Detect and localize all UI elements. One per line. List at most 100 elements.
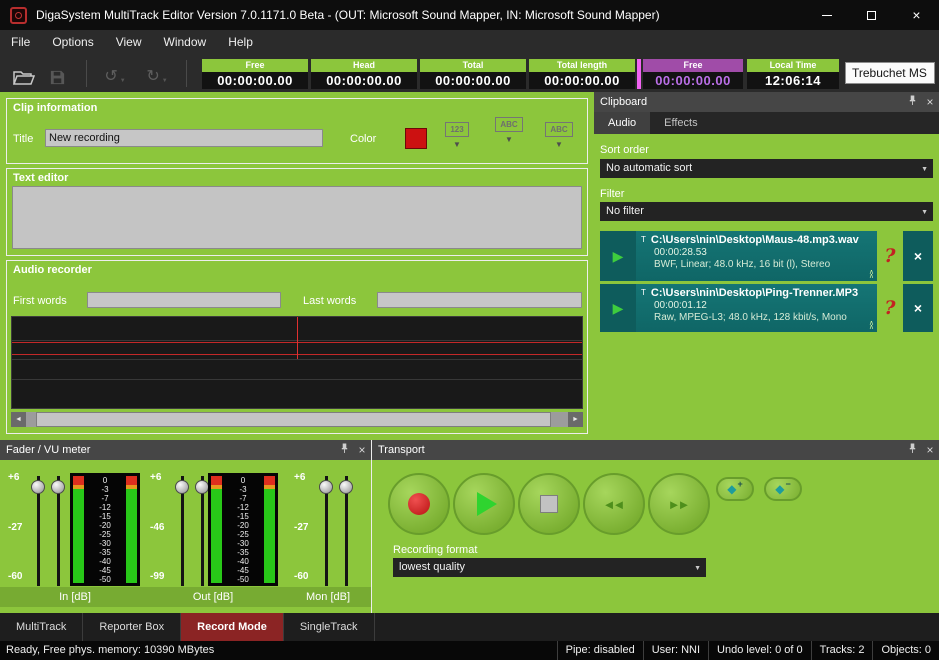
fader-knob[interactable]: [195, 480, 209, 494]
clip-duration: 00:00:28.53: [654, 246, 871, 259]
redo-icon: ↻: [146, 68, 159, 86]
status-tracks: Tracks: 2: [811, 641, 873, 660]
menu-file[interactable]: File: [0, 30, 41, 55]
remove-clip-button[interactable]: ×: [903, 231, 933, 281]
fader-knob[interactable]: [31, 480, 45, 494]
tab-effects[interactable]: Effects: [650, 112, 711, 134]
window-title: DigaSystem MultiTrack Editor Version 7.0…: [36, 8, 804, 22]
color-swatch-button[interactable]: [405, 128, 427, 149]
fader-knob[interactable]: [339, 480, 353, 494]
scroll-left-button[interactable]: ◄: [11, 412, 26, 427]
maximize-button[interactable]: [849, 0, 894, 30]
plus-icon: +: [737, 479, 742, 489]
panel-title: Clipboard: [600, 96, 647, 108]
clip-path: C:\Users\nin\Desktop\Ping-Trenner.MP3: [651, 287, 858, 299]
abc-grid-icon: ABC: [495, 117, 522, 132]
close-panel-icon[interactable]: ×: [353, 440, 371, 460]
clip-title-input[interactable]: [45, 129, 323, 147]
panel-title: Audio recorder: [13, 264, 92, 276]
pin-icon[interactable]: [903, 92, 921, 112]
clipboard-item[interactable]: ▶ T C:\Users\nin\Desktop\Maus-48.mp3.wav…: [600, 231, 933, 281]
scrollbar-track[interactable]: [26, 412, 568, 427]
play-button[interactable]: [453, 473, 515, 535]
tab-singletrack[interactable]: SingleTrack: [284, 613, 375, 641]
open-button[interactable]: [10, 61, 38, 86]
play-clip-button[interactable]: ▶: [600, 284, 636, 332]
chevron-down-icon: ▼: [537, 140, 581, 149]
clipboard-item[interactable]: ▶ T C:\Users\nin\Desktop\Ping-Trenner.MP…: [600, 284, 933, 332]
recording-format-value: lowest quality: [399, 561, 465, 573]
save-icon: [49, 69, 66, 86]
tab-audio[interactable]: Audio: [594, 112, 650, 134]
remove-clip-button[interactable]: ×: [903, 284, 933, 332]
collapse-chevrons-icon[interactable]: ∧ ∧: [869, 322, 874, 330]
rewind-button[interactable]: ◄◄: [583, 473, 645, 535]
time-display-total-length: Total length 00:00:00.00: [529, 59, 635, 89]
filter-label: Filter: [600, 188, 624, 200]
waveform-scrollbar[interactable]: ◄ ►: [11, 412, 583, 427]
toolbar: ↺ ▼ ↻ ▼ Free 00:00:00.00 Head 00:00:00.0…: [0, 55, 939, 92]
stop-button[interactable]: [518, 473, 580, 535]
time-value: 00:00:00.00: [420, 72, 526, 89]
minimize-button[interactable]: [804, 0, 849, 30]
save-button[interactable]: [44, 61, 70, 86]
toolbar-separator: [186, 60, 187, 87]
clip-entry[interactable]: T C:\Users\nin\Desktop\Ping-Trenner.MP3 …: [636, 284, 877, 332]
filter-dropdown[interactable]: No filter ▼: [600, 202, 933, 221]
last-words-input[interactable]: [377, 292, 582, 308]
menu-window[interactable]: Window: [153, 30, 218, 55]
status-question-icon: ?: [877, 284, 903, 332]
time-label: Total: [420, 59, 526, 72]
fader-scale-in: +6 -27 -60: [8, 472, 34, 582]
transport-panel: Transport × ◄◄ ►► ◆ + ◆ −: [372, 440, 939, 613]
text-editor-area[interactable]: [12, 186, 582, 249]
undo-button[interactable]: ↺ ▼: [98, 61, 132, 86]
app-icon: [10, 7, 27, 24]
status-message: Ready, Free phys. memory: 10390 MBytes: [0, 641, 557, 660]
scroll-right-button[interactable]: ►: [568, 412, 583, 427]
scrollbar-thumb[interactable]: [36, 412, 551, 427]
menu-view[interactable]: View: [105, 30, 153, 55]
minus-icon: −: [785, 479, 790, 489]
fader-knob[interactable]: [51, 480, 65, 494]
tab-record-mode[interactable]: Record Mode: [181, 613, 284, 641]
waveform-display[interactable]: [11, 316, 583, 409]
close-panel-icon[interactable]: ×: [921, 92, 939, 112]
tab-reporter-box[interactable]: Reporter Box: [83, 613, 181, 641]
time-value: 00:00:00.00: [529, 72, 635, 89]
numbering-dropdown-button[interactable]: 123 ▼: [435, 119, 479, 149]
abc-spell-dropdown-button[interactable]: ABC ▼: [537, 119, 581, 149]
fast-forward-button[interactable]: ►►: [648, 473, 710, 535]
panel-title: Clip information: [13, 102, 97, 114]
redo-button[interactable]: ↻ ▼: [140, 61, 174, 86]
menu-options[interactable]: Options: [41, 30, 104, 55]
pin-icon[interactable]: [903, 440, 921, 460]
tab-multitrack[interactable]: MultiTrack: [0, 613, 83, 641]
time-label: Free: [202, 59, 308, 72]
collapse-chevrons-icon[interactable]: ∧ ∧: [869, 271, 874, 279]
undo-dropdown-icon: ▼: [120, 76, 126, 86]
minimize-icon: [822, 15, 832, 16]
abc-grid-dropdown-button[interactable]: ABC ▼: [487, 114, 531, 144]
sort-order-dropdown[interactable]: No automatic sort ▼: [600, 159, 933, 178]
fader-knob[interactable]: [319, 480, 333, 494]
menu-help[interactable]: Help: [217, 30, 264, 55]
app-window: DigaSystem MultiTrack Editor Version 7.0…: [0, 0, 939, 660]
recording-format-dropdown[interactable]: lowest quality ▼: [393, 558, 706, 577]
abc-spell-icon: ABC: [545, 122, 572, 137]
play-clip-button[interactable]: ▶: [600, 231, 636, 281]
add-marker-button[interactable]: ◆ +: [716, 477, 754, 501]
close-button[interactable]: ×: [894, 0, 939, 30]
record-button[interactable]: [388, 473, 450, 535]
first-words-input[interactable]: [87, 292, 281, 308]
play-icon: ▶: [613, 300, 624, 317]
first-words-label: First words: [13, 295, 67, 307]
fader-knob[interactable]: [175, 480, 189, 494]
close-panel-icon[interactable]: ×: [921, 440, 939, 460]
redo-dropdown-icon: ▼: [162, 76, 168, 86]
status-bar: Ready, Free phys. memory: 10390 MBytes P…: [0, 641, 939, 660]
pin-icon[interactable]: [335, 440, 353, 460]
clip-entry[interactable]: T C:\Users\nin\Desktop\Maus-48.mp3.wav 0…: [636, 231, 877, 281]
font-selector[interactable]: Trebuchet MS: [845, 62, 935, 84]
remove-marker-button[interactable]: ◆ −: [764, 477, 802, 501]
